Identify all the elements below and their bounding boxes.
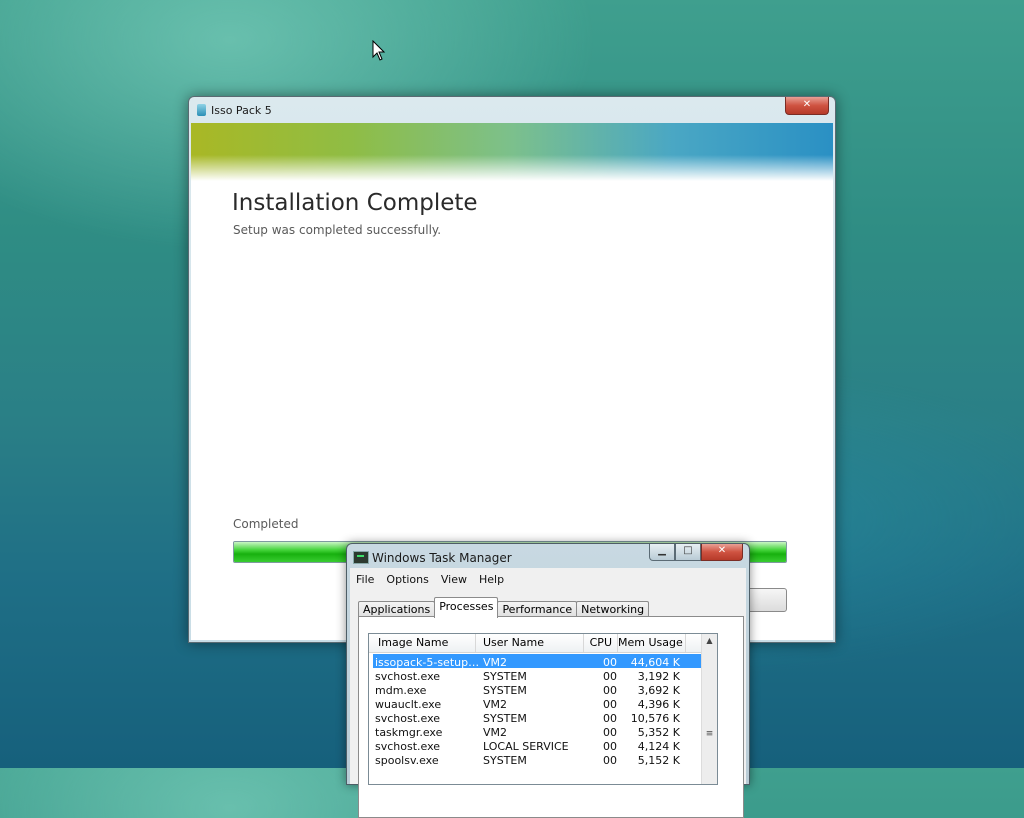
column-header-user-name[interactable]: User Name xyxy=(476,634,584,652)
menu-options[interactable]: Options xyxy=(386,573,428,586)
cell-cpu: 00 xyxy=(603,698,617,710)
cell-image-name: issopack-5-setup.... xyxy=(375,656,480,668)
cell-user-name: VM2 xyxy=(483,726,508,738)
process-rows: issopack-5-setup.... VM2 00 44,604 K svc… xyxy=(373,654,702,766)
cell-image-name: svchost.exe xyxy=(375,740,441,752)
cell-mem-usage: 44,604 K xyxy=(630,656,680,668)
cell-image-name: taskmgr.exe xyxy=(375,726,443,738)
table-row[interactable]: issopack-5-setup.... VM2 00 44,604 K xyxy=(373,654,702,668)
task-manager-window: Windows Task Manager ▁ □ ✕ File Options … xyxy=(346,543,750,818)
cell-cpu: 00 xyxy=(603,754,617,766)
table-row[interactable]: svchost.exe SYSTEM 00 10,576 K xyxy=(373,710,702,724)
menu-view[interactable]: View xyxy=(441,573,467,586)
cell-mem-usage: 4,396 K xyxy=(637,698,680,710)
task-manager-title: Windows Task Manager xyxy=(372,551,512,565)
cell-user-name: SYSTEM xyxy=(483,712,527,724)
cell-cpu: 00 xyxy=(603,726,617,738)
cell-mem-usage: 3,192 K xyxy=(637,670,680,682)
minimize-button[interactable]: ▁ xyxy=(649,544,675,561)
cell-user-name: SYSTEM xyxy=(483,754,527,766)
cell-user-name: SYSTEM xyxy=(483,684,527,696)
cell-user-name: VM2 xyxy=(483,698,508,710)
close-icon: ✕ xyxy=(717,545,727,556)
maximize-button[interactable]: □ xyxy=(675,544,701,561)
cell-user-name: LOCAL SERVICE xyxy=(483,740,569,752)
close-icon: ✕ xyxy=(802,99,812,110)
tab-processes[interactable]: Processes xyxy=(434,597,499,618)
cell-mem-usage: 10,576 K xyxy=(630,712,680,724)
installer-app-icon xyxy=(197,104,206,116)
menu-help[interactable]: Help xyxy=(479,573,504,586)
process-list-scrollbar[interactable]: ▲ ≡ xyxy=(701,634,717,784)
column-header-cpu[interactable]: CPU xyxy=(584,634,618,652)
process-list: Image Name User Name CPU Mem Usage issop… xyxy=(368,633,718,785)
cell-mem-usage: 5,352 K xyxy=(637,726,680,738)
cell-user-name: VM2 xyxy=(483,656,508,668)
installer-banner xyxy=(191,123,833,181)
cell-cpu: 00 xyxy=(603,656,617,668)
maximize-icon: □ xyxy=(683,545,693,556)
cell-image-name: spoolsv.exe xyxy=(375,754,439,766)
cell-mem-usage: 3,692 K xyxy=(637,684,680,696)
cell-image-name: mdm.exe xyxy=(375,684,427,696)
cell-mem-usage: 5,152 K xyxy=(637,754,680,766)
cell-cpu: 00 xyxy=(603,670,617,682)
table-row[interactable]: svchost.exe SYSTEM 00 3,192 K xyxy=(373,668,702,682)
installer-heading: Installation Complete xyxy=(232,190,478,216)
table-row[interactable]: wuauclt.exe VM2 00 4,396 K xyxy=(373,696,702,710)
column-header-image-name[interactable]: Image Name xyxy=(369,634,476,652)
table-row[interactable]: svchost.exe LOCAL SERVICE 00 4,124 K xyxy=(373,738,702,752)
installer-status-label: Completed xyxy=(233,517,299,531)
minimize-icon: ▁ xyxy=(658,545,666,556)
table-row[interactable]: mdm.exe SYSTEM 00 3,692 K xyxy=(373,682,702,696)
menu-file[interactable]: File xyxy=(356,573,374,586)
cell-image-name: svchost.exe xyxy=(375,712,441,724)
task-manager-window-controls: ▁ □ ✕ xyxy=(649,544,743,561)
process-list-header: Image Name User Name CPU Mem Usage xyxy=(369,634,702,653)
cell-cpu: 00 xyxy=(603,684,617,696)
scroll-up-arrow-icon[interactable]: ▲ xyxy=(702,636,717,645)
cell-cpu: 00 xyxy=(603,712,617,724)
cell-mem-usage: 4,124 K xyxy=(637,740,680,752)
installer-subheading: Setup was completed successfully. xyxy=(233,223,442,237)
cell-image-name: wuauclt.exe xyxy=(375,698,442,710)
task-manager-tabs: Applications Processes Performance Netwo… xyxy=(358,597,650,618)
table-row[interactable]: spoolsv.exe SYSTEM 00 5,152 K xyxy=(373,752,702,766)
menu-bar: File Options View Help xyxy=(350,568,746,590)
installer-window-title: Isso Pack 5 xyxy=(211,104,272,117)
installer-titlebar[interactable]: Isso Pack 5 ✕ xyxy=(189,97,835,123)
installer-close-button[interactable]: ✕ xyxy=(785,97,829,115)
cell-cpu: 00 xyxy=(603,740,617,752)
cell-image-name: svchost.exe xyxy=(375,670,441,682)
scrollbar-thumb[interactable]: ≡ xyxy=(705,729,714,741)
task-manager-close-button[interactable]: ✕ xyxy=(701,544,743,561)
column-header-mem-usage[interactable]: Mem Usage xyxy=(618,634,686,652)
task-manager-app-icon xyxy=(353,551,369,564)
mouse-cursor-icon xyxy=(372,40,386,61)
cell-user-name: SYSTEM xyxy=(483,670,527,682)
table-row[interactable]: taskmgr.exe VM2 00 5,352 K xyxy=(373,724,702,738)
task-manager-content: File Options View Help Applications Proc… xyxy=(350,568,746,818)
